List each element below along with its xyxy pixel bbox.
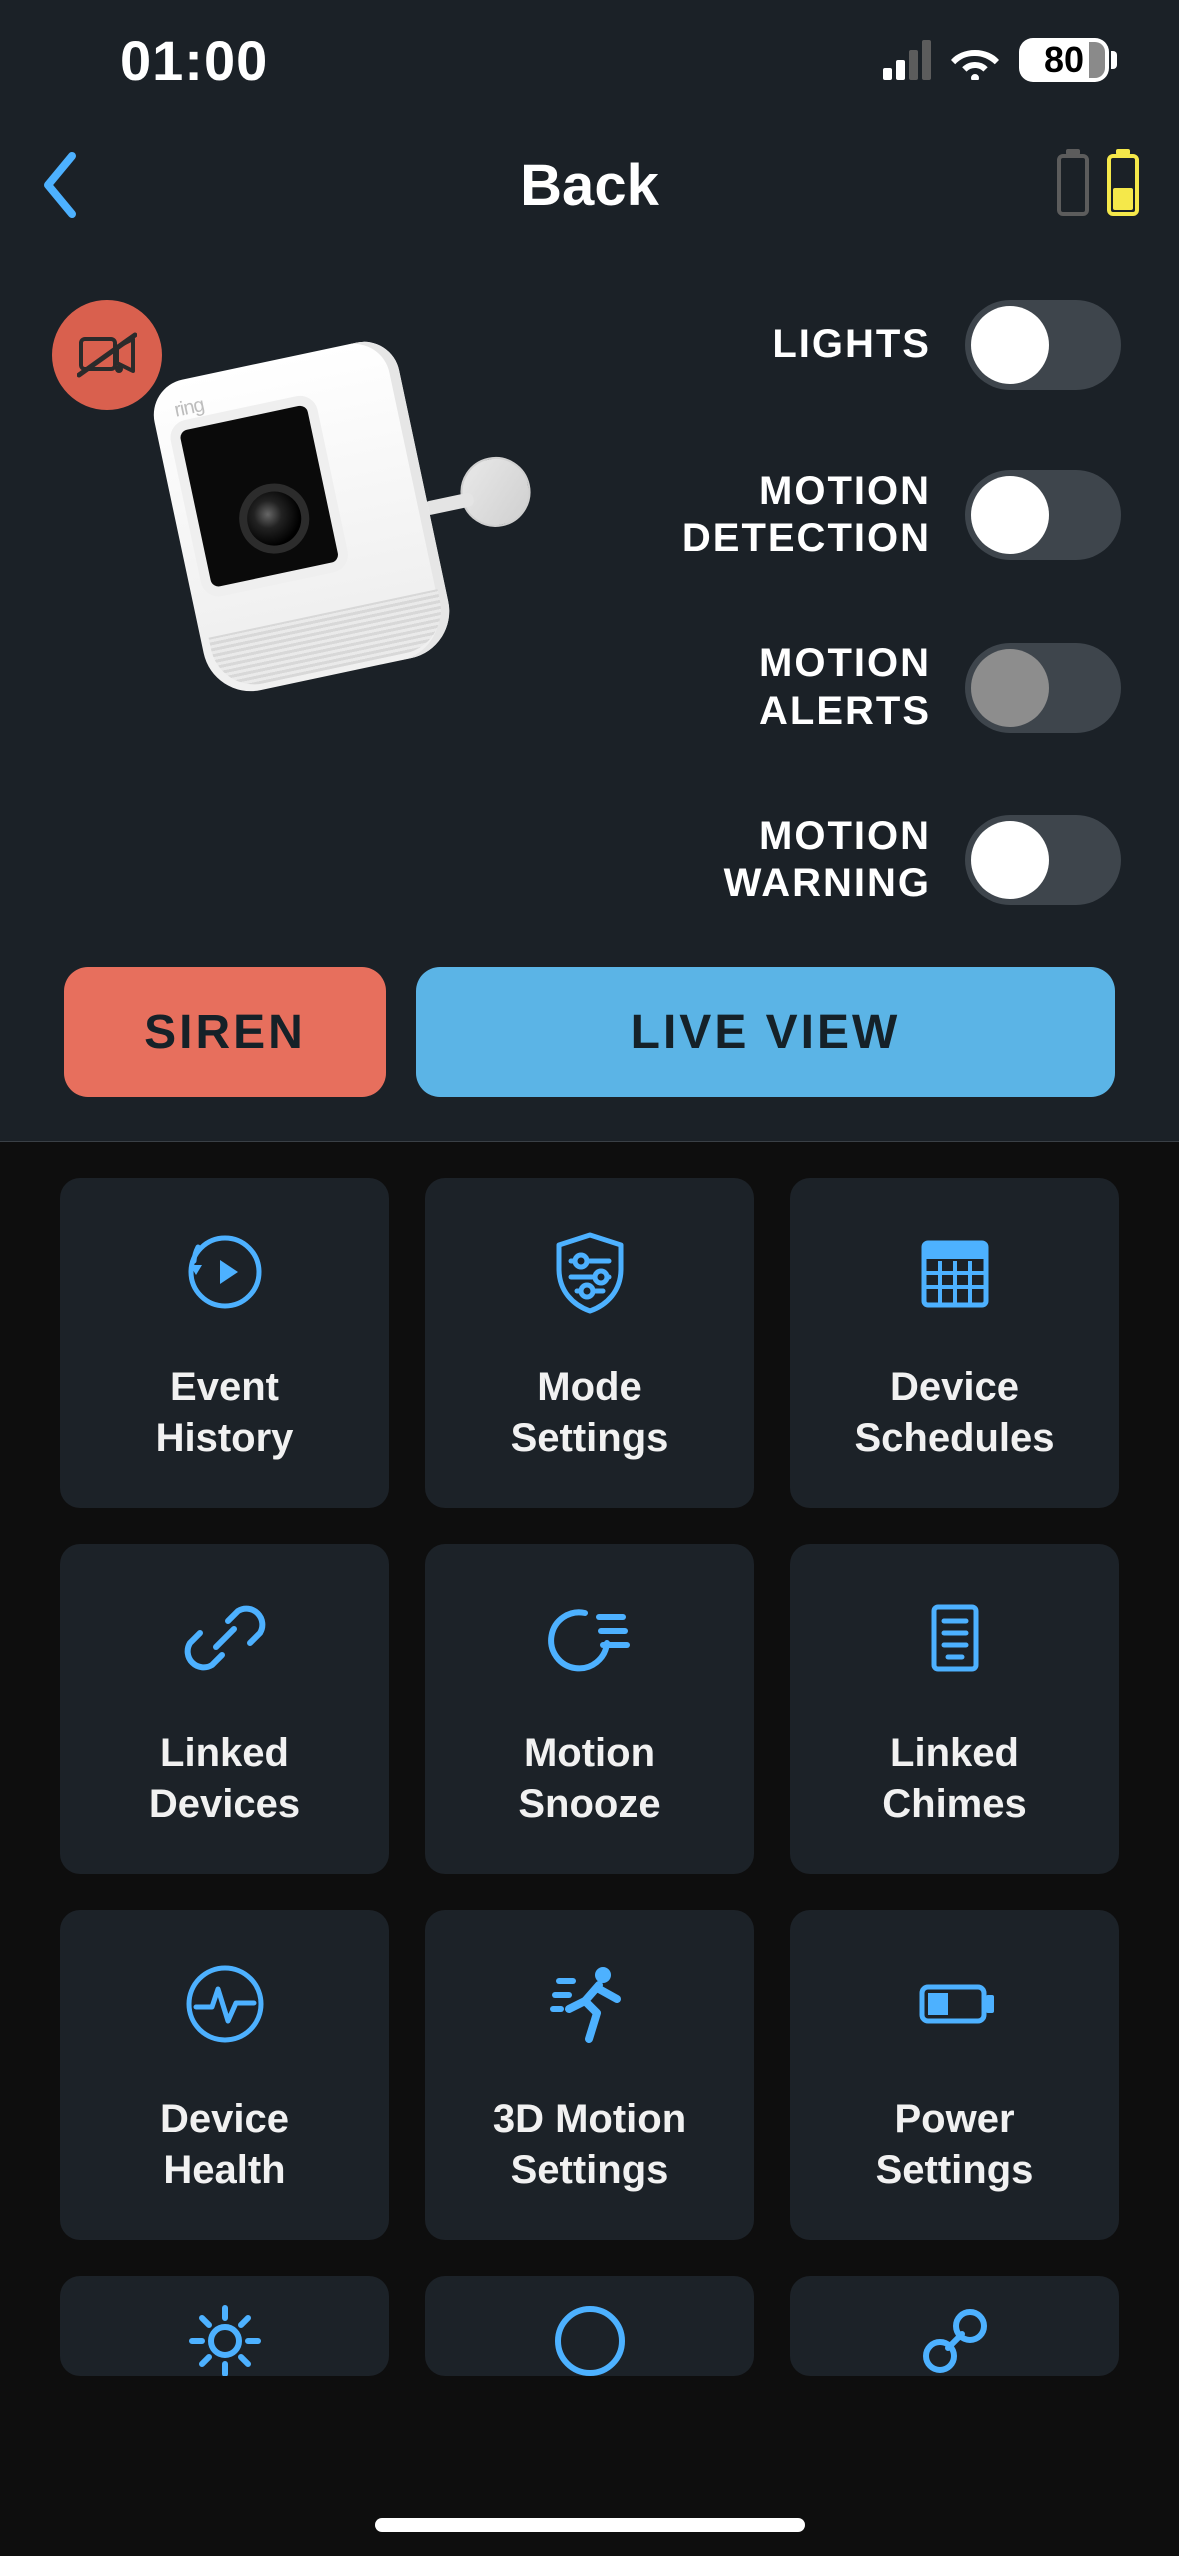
tile-power-settings[interactable]: Power Settings [790,1910,1119,2240]
tile-linked-devices[interactable]: Linked Devices [60,1544,389,1874]
note-icon [905,1588,1005,1688]
tile-label: Device Health [160,2094,289,2196]
tile-linked-chimes[interactable]: Linked Chimes [790,1544,1119,1874]
motion-alerts-switch[interactable] [965,643,1121,733]
device-panel: Back ring [0,120,1179,1142]
toggle-lights: LIGHTS [590,300,1121,390]
history-icon [175,1222,275,1322]
toggle-label: LIGHTS [772,321,931,368]
run-icon [540,1954,640,2054]
tile-device-health[interactable]: Device Health [60,1910,389,2240]
tile-mode-settings[interactable]: Mode Settings [425,1178,754,1508]
battery-slot-2-icon [1107,154,1139,216]
cellular-signal-icon [883,40,931,80]
motion-detection-switch[interactable] [965,470,1121,560]
snooze-icon [540,1588,640,1688]
nav-bar: Back [0,120,1179,250]
tile-label: Event History [156,1362,294,1464]
device-battery-icons [1057,154,1139,216]
tile-peek-2[interactable] [425,2276,754,2376]
tile-peek-3[interactable] [790,2276,1119,2376]
circleq-icon [540,2296,640,2376]
heartrate-icon [175,1954,275,2054]
shield-sliders-icon [540,1222,640,1322]
wifi-icon [951,40,999,80]
video-disabled-badge-icon [52,300,162,410]
status-time: 01:00 [120,28,268,93]
tile-label: Device Schedules [854,1362,1054,1464]
tile-label: Mode Settings [511,1362,669,1464]
battery-percent: 80 [1044,39,1084,81]
link-icon [175,1588,275,1688]
tile-event-history[interactable]: Event History [60,1178,389,1508]
settings-section[interactable]: Event History Mode Settings Device Schedul… [0,1142,1179,2556]
toggle-label: MOTION DETECTION [682,468,931,562]
toggle-motion-warning: MOTION WARNING [590,813,1121,907]
tile-label: Linked Devices [149,1728,300,1830]
status-indicators: 80 [883,38,1109,82]
link2-icon [905,2296,1005,2376]
battery-slot-1-icon [1057,154,1089,216]
tile-label: Linked Chimes [882,1728,1027,1830]
tile-label: Motion Snooze [518,1728,660,1830]
tile-motion-snooze[interactable]: Motion Snooze [425,1544,754,1874]
tile-device-schedules[interactable]: Device Schedules [790,1178,1119,1508]
toggle-motion-detection: MOTION DETECTION [590,468,1121,562]
tile-label: 3D Motion Settings [493,2094,686,2196]
device-image: ring [147,321,533,730]
home-indicator[interactable] [375,2518,805,2532]
tile-label: Power Settings [876,2094,1034,2196]
gear-icon [175,2296,275,2376]
battery-icon [905,1954,1005,2054]
action-buttons: SIREN LIVE VIEW [0,967,1179,1111]
toggle-motion-alerts: MOTION ALERTS [590,640,1121,734]
back-button[interactable] [40,150,80,220]
toggle-label: MOTION ALERTS [759,640,931,734]
motion-warning-switch[interactable] [965,815,1121,905]
live-view-button[interactable]: LIVE VIEW [416,967,1115,1097]
calendar-icon [905,1222,1005,1322]
toggle-label: MOTION WARNING [724,813,931,907]
status-bar: 01:00 80 [0,0,1179,120]
battery-status-icon: 80 [1019,38,1109,82]
page-title: Back [520,152,659,219]
device-preview[interactable]: ring [60,290,570,720]
tile-peek-1[interactable] [60,2276,389,2376]
lights-switch[interactable] [965,300,1121,390]
siren-button[interactable]: SIREN [64,967,386,1097]
toggle-list: LIGHTS MOTION DETECTION MOTION ALERTS MO… [590,290,1129,907]
tile-3d-motion[interactable]: 3D Motion Settings [425,1910,754,2240]
